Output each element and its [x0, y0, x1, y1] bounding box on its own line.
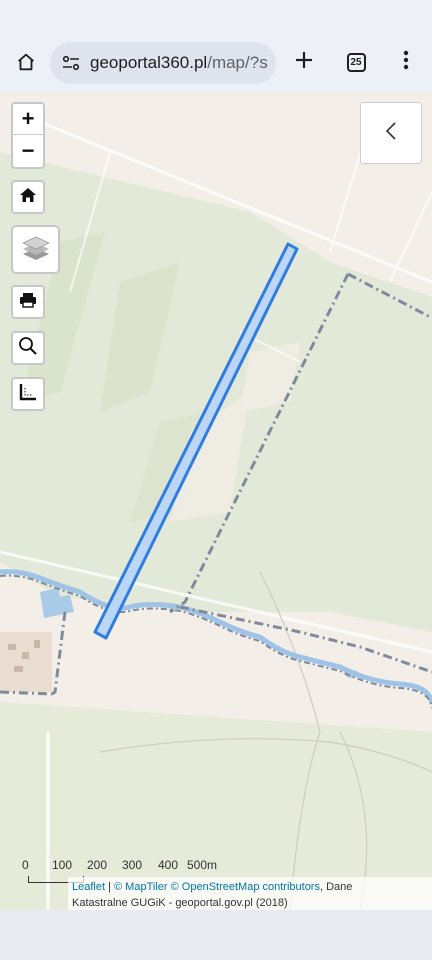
browser-toolbar: geoportal360.pl/map/?s 25 — [0, 36, 432, 92]
leaflet-link[interactable]: Leaflet — [72, 881, 105, 893]
address-bar[interactable]: geoportal360.pl/map/?s — [50, 42, 276, 84]
print-button[interactable] — [11, 285, 45, 319]
scale-label: 0 — [22, 858, 29, 872]
home-icon — [19, 186, 37, 209]
scale-label: 300 — [122, 858, 143, 872]
map-attribution: Leaflet | © MapTiler © OpenStreetMap con… — [68, 877, 432, 910]
chevron-left-icon — [385, 121, 397, 146]
browser-menu-button[interactable] — [390, 44, 422, 80]
track — [389, 191, 432, 283]
plus-icon — [294, 50, 314, 75]
scale-label: 400 — [158, 858, 179, 872]
new-tab-button[interactable] — [286, 44, 322, 80]
status-bar — [0, 0, 432, 36]
attribution-separator: | — [105, 881, 115, 893]
home-icon — [15, 51, 37, 78]
url-host: geoportal360.pl — [90, 53, 208, 72]
admin-boundary — [0, 690, 53, 696]
maptiler-link[interactable]: © MapTiler — [114, 881, 168, 893]
printer-icon — [19, 292, 37, 313]
layers-button[interactable] — [11, 225, 60, 274]
scale-label: 200 — [87, 858, 108, 872]
building — [8, 644, 16, 650]
map-tiles — [0, 120, 432, 910]
map-home-button[interactable] — [11, 180, 45, 214]
tune-icon[interactable] — [60, 52, 82, 74]
url-path: /map/?s — [207, 53, 268, 72]
attribution-text: , Dane — [319, 881, 353, 893]
tab-switcher-button[interactable]: 25 — [338, 44, 374, 80]
bottom-area — [0, 910, 432, 960]
search-button[interactable] — [11, 331, 45, 365]
more-vert-icon — [403, 50, 409, 75]
building — [34, 640, 40, 648]
zoom-control: + − — [11, 102, 45, 169]
admin-boundary — [51, 611, 67, 696]
url-text: geoportal360.pl/map/?s — [90, 53, 268, 73]
panel-toggle-button[interactable] — [360, 102, 422, 164]
map-view[interactable]: + − 0 100 200 300 400 500m Leaflet | © M… — [0, 92, 432, 910]
attribution-cadastre: Katastralne GUGiK - geoportal.gov.pl (20… — [72, 897, 288, 909]
building — [22, 652, 29, 659]
tab-count: 25 — [346, 52, 366, 72]
osm-link[interactable]: © OpenStreetMap contributors — [171, 881, 320, 893]
magnifier-icon — [18, 336, 38, 361]
scale-label: 100 — [52, 858, 73, 872]
scale-label: 500m — [187, 858, 218, 872]
layers-icon — [21, 233, 51, 266]
building — [14, 666, 23, 672]
measure-button[interactable] — [11, 377, 45, 411]
measure-area-icon — [19, 383, 37, 406]
built-area — [0, 632, 52, 692]
browser-home-button[interactable] — [8, 46, 44, 82]
zoom-out-button[interactable]: − — [13, 135, 43, 166]
zoom-in-button[interactable]: + — [13, 104, 43, 135]
